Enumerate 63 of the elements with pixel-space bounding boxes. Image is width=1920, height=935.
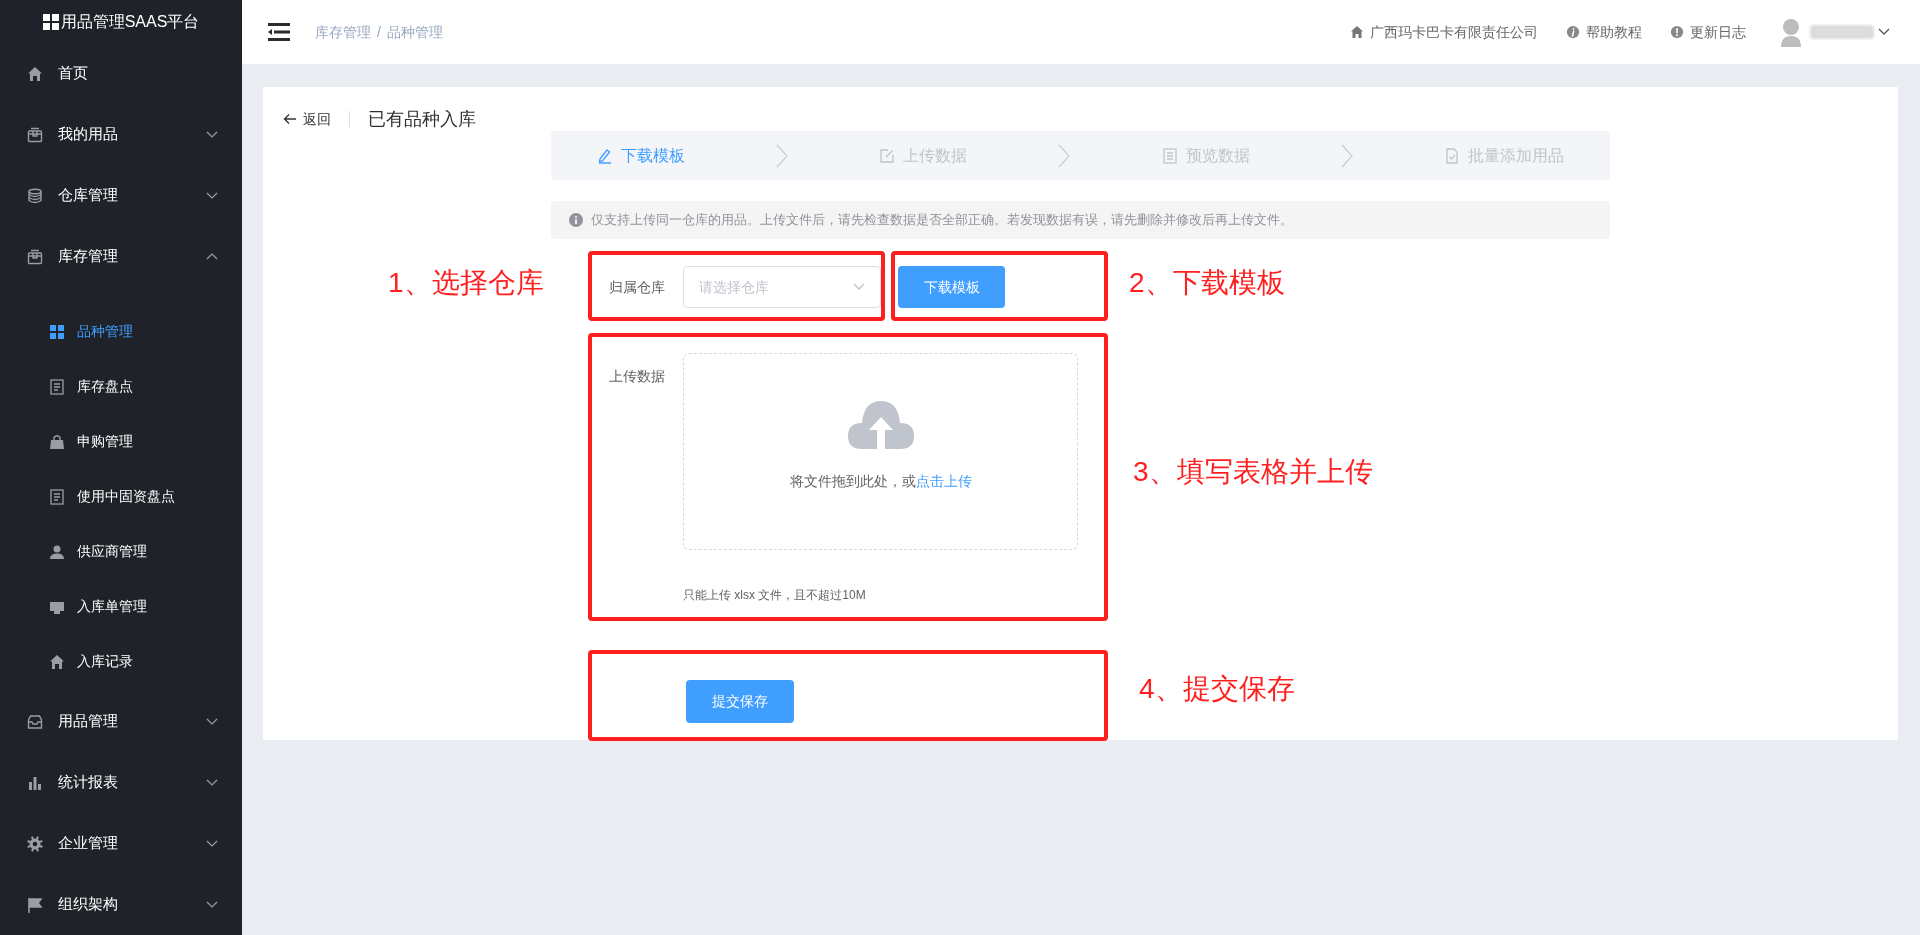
sidebar-menu-item[interactable]: 统计报表 [0,752,242,813]
page-title: 已有品种入库 [368,107,476,131]
annotation-label: 4、提交保存 [1139,672,1295,706]
document-icon [49,378,65,395]
info-icon [569,213,583,227]
sidebar-submenu-item[interactable]: 使用中固资盘点 [0,469,242,524]
sidebar-submenu-item[interactable]: 供应商管理 [0,524,242,579]
document-icon [49,488,65,505]
annotation-label: 3、填写表格并上传 [1133,455,1373,489]
sidebar-submenu-item[interactable]: 入库单管理 [0,579,242,634]
blurred-user-name [1810,25,1874,39]
warehouse-label: 归属仓库 [609,277,666,297]
app-logo-text: 用品管理SAAS平台 [60,11,200,32]
sidebar-menu-item[interactable]: 用品管理 [0,691,242,752]
upload-label: 上传数据 [609,367,666,386]
document-icon [1161,147,1178,164]
annotation-label: 1、选择仓库 [388,266,544,300]
database-icon [27,187,43,204]
sidebar-submenu-item[interactable]: 申购管理 [0,414,242,469]
file-check-icon [1444,147,1461,164]
breadcrumb-separator: / [377,22,381,42]
header-link[interactable]: 更新日志 [1690,21,1746,43]
sidebar-menu-item[interactable]: 仓库管理 [0,165,242,226]
sidebar-menu-item[interactable]: 首页 [0,43,242,104]
sidebar-menu-item[interactable]: 组织架构 [0,874,242,935]
shopping-bag-icon [49,433,65,450]
sidebar-menu-item[interactable]: 库存管理 [0,226,242,287]
package-icon [27,126,43,143]
header-link[interactable]: 帮助教程 [1586,21,1642,43]
chevron-right-icon [1341,143,1354,168]
arrow-left-icon [283,113,297,125]
upload-drop-area[interactable]: 将文件拖到此处，或点击上传 [683,353,1078,550]
logo-icon [42,13,59,30]
user-icon [49,543,65,560]
bar-chart-icon [27,774,43,791]
menu-fold-icon[interactable] [268,23,290,41]
package-icon [27,248,43,265]
back-link[interactable]: 返回 [283,108,331,130]
inbox-icon [27,713,43,730]
chevron-down-icon[interactable] [1878,28,1890,36]
sidebar-submenu-item[interactable]: 库存盘点 [0,359,242,414]
chevron-right-icon [1058,143,1071,168]
chevron-down-icon [853,283,865,291]
grid-icon [49,323,65,340]
sidebar-submenu-item[interactable]: 入库记录 [0,634,242,689]
home-icon [1350,25,1364,39]
sidebar-menu-item[interactable]: 我的用品 [0,104,242,165]
upload-instruction: 将文件拖到此处，或点击上传 [789,472,972,491]
upload-hint: 只能上传 xlsx 文件，且不超过10M [683,587,867,604]
annotation-label: 2、下载模板 [1129,266,1285,300]
company-name: 广西玛卡巴卡有限责任公司 [1370,22,1538,42]
chevron-right-icon [775,143,788,168]
cloud-upload-icon [847,401,914,449]
info-icon [1566,25,1580,39]
edit-icon [879,147,896,164]
home-icon [49,653,65,670]
pencil-icon [596,147,613,164]
sidebar-menu-item[interactable]: 企业管理 [0,813,242,874]
home-icon [27,65,43,82]
warning-icon [1670,25,1684,39]
flag-icon [27,896,43,913]
sidebar-submenu-item[interactable]: 品种管理 [0,304,242,359]
settings-icon [27,835,43,852]
